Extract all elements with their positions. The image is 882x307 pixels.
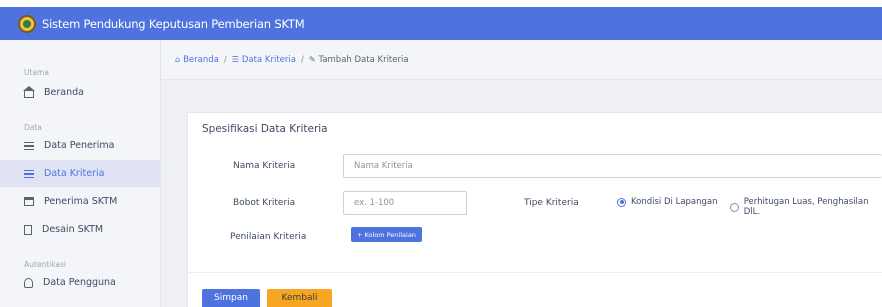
tipe-kriteria-label: Tipe Kriteria — [524, 198, 579, 208]
sidebar-item-data-penerima[interactable]: Data Penerima — [0, 132, 161, 159]
sidebar-item-desain-sktm[interactable]: Desain SKTM — [0, 216, 161, 243]
logo-icon — [18, 14, 36, 33]
app-header: Sistem Pendukung Keputusan Pemberian SKT… — [0, 7, 882, 40]
sidebar-item-label: Penerima SKTM — [44, 196, 118, 207]
back-button[interactable]: Kembali — [267, 289, 332, 307]
sidebar-item-data-pengguna[interactable]: Data Pengguna — [0, 269, 161, 296]
breadcrumb-separator: / — [223, 54, 227, 65]
nama-kriteria-label: Nama Kriteria — [233, 161, 296, 171]
sidebar-section-data: Data — [24, 123, 42, 132]
sidebar-item-label: Beranda — [44, 87, 84, 98]
sidebar-item-label: Data Pengguna — [43, 277, 116, 288]
breadcrumb: ⌂ Beranda / ☰ Data Kriteria / ✎ Tambah D… — [161, 40, 882, 80]
bobot-kriteria-label: Bobot Kriteria — [233, 198, 296, 208]
radio-label: Perhitugan Luas, Penghasilan DlL. — [743, 197, 869, 217]
add-kolom-penilaian-button[interactable]: + Kolom Penilaian — [351, 227, 422, 242]
sidebar: Utama Beranda Data Data Penerima Data Kr… — [0, 40, 161, 307]
calendar-icon — [24, 197, 34, 206]
sidebar-item-data-kriteria[interactable]: Data Kriteria — [0, 160, 161, 187]
sidebar-item-label: Data Kriteria — [44, 168, 105, 179]
breadcrumb-separator: / — [300, 54, 304, 65]
sidebar-section-utama: Utama — [24, 68, 49, 77]
home-icon — [23, 85, 35, 98]
home-icon: ⌂ — [175, 55, 181, 64]
radio-unselected-icon — [730, 202, 739, 212]
top-edge — [0, 0, 882, 7]
radio-label: Kondisi Di Lapangan — [631, 197, 718, 207]
radio-selected-icon — [617, 197, 626, 207]
sidebar-item-label: Data Penerima — [44, 140, 115, 151]
list-icon — [24, 169, 34, 178]
app-title: Sistem Pendukung Keputusan Pemberian SKT… — [42, 16, 305, 31]
sidebar-item-beranda[interactable]: Beranda — [0, 79, 161, 106]
sidebar-item-label: Desain SKTM — [42, 224, 104, 235]
save-button[interactable]: Simpan — [202, 289, 260, 307]
form-divider — [187, 272, 882, 273]
breadcrumb-home-link[interactable]: Beranda — [183, 55, 219, 65]
list-icon — [24, 141, 34, 150]
nama-kriteria-input[interactable] — [343, 154, 882, 178]
document-icon — [24, 224, 32, 235]
user-icon — [24, 277, 33, 288]
sidebar-item-penerima-sktm[interactable]: Penerima SKTM — [0, 188, 161, 215]
list-icon: ☰ — [231, 55, 239, 64]
bobot-kriteria-input[interactable] — [343, 191, 467, 215]
radio-perhitungan-luas[interactable]: Perhitugan Luas, Penghasilan DlL. — [730, 197, 882, 217]
form-title: Spesifikasi Data Kriteria — [202, 123, 328, 135]
penilaian-kriteria-label: Penilaian Kriteria — [230, 232, 307, 242]
breadcrumb-parent-link[interactable]: Data Kriteria — [242, 55, 296, 65]
breadcrumb-current: Tambah Data Kriteria — [318, 54, 409, 65]
radio-kondisi-lapangan[interactable]: Kondisi Di Lapangan — [617, 197, 718, 207]
sidebar-section-autentikasi: Autentikasi — [24, 260, 67, 269]
edit-icon: ✎ — [308, 55, 316, 64]
